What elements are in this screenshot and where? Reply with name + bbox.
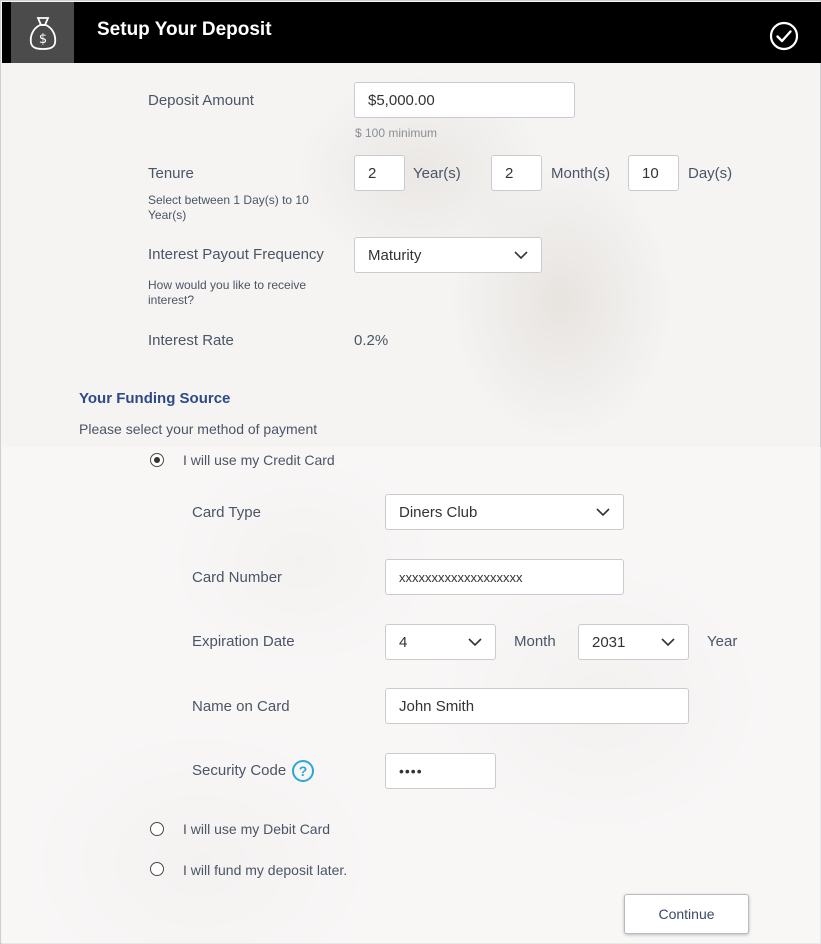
chevron-down-icon bbox=[661, 637, 675, 646]
name-on-card-input[interactable]: John Smith bbox=[385, 688, 689, 724]
months-unit-label: Month(s) bbox=[551, 165, 611, 182]
interest-rate-label: Interest Rate bbox=[148, 332, 234, 349]
payout-frequency-hint: How would you like to receive interest? bbox=[148, 278, 307, 307]
header-bar: $ Setup Your Deposit bbox=[2, 2, 821, 63]
minimum-hint: $ 100 minimum bbox=[355, 126, 438, 140]
name-on-card-label: Name on Card bbox=[192, 698, 290, 715]
fund-later-option-label[interactable]: I will fund my deposit later. bbox=[183, 862, 347, 878]
money-bag-icon: $ bbox=[11, 2, 74, 63]
interest-rate-value: 0.2% bbox=[354, 332, 389, 349]
card-type-value: Diners Club bbox=[399, 503, 478, 521]
payout-frequency-select[interactable]: Maturity bbox=[354, 237, 542, 273]
funding-source-title: Your Funding Source bbox=[79, 390, 231, 407]
debit-card-option-label[interactable]: I will use my Debit Card bbox=[183, 821, 330, 837]
tenure-days-input[interactable]: 10 bbox=[628, 155, 679, 191]
tenure-hint: Select between 1 Day(s) to 10 Year(s) bbox=[148, 193, 309, 222]
expiry-month-select[interactable]: 4 bbox=[385, 624, 496, 660]
card-number-input[interactable]: xxxxxxxxxxxxxxxxxxx bbox=[385, 559, 624, 595]
tenure-years-input[interactable]: 2 bbox=[354, 155, 405, 191]
chevron-down-icon bbox=[514, 250, 528, 259]
month-unit-label: Month bbox=[514, 633, 556, 650]
security-code-input[interactable]: •••• bbox=[385, 753, 496, 789]
credit-card-option-label[interactable]: I will use my Credit Card bbox=[183, 452, 335, 468]
deposit-amount-label: Deposit Amount bbox=[148, 92, 254, 109]
payout-frequency-label: Interest Payout Frequency bbox=[148, 246, 324, 263]
funding-source-subtitle: Please select your method of payment bbox=[79, 421, 318, 437]
expiration-date-label: Expiration Date bbox=[192, 633, 295, 650]
payout-frequency-value: Maturity bbox=[368, 246, 422, 264]
app-window: $ Setup Your Deposit Deposit Amount $5,0… bbox=[0, 0, 821, 944]
card-type-select[interactable]: Diners Club bbox=[385, 494, 624, 530]
check-circle-icon[interactable] bbox=[769, 21, 799, 51]
help-icon[interactable]: ? bbox=[292, 760, 314, 782]
chevron-down-icon bbox=[468, 637, 482, 646]
expiry-year-select[interactable]: 2031 bbox=[578, 624, 689, 660]
fund-later-radio[interactable] bbox=[150, 862, 164, 876]
card-type-label: Card Type bbox=[192, 504, 261, 521]
years-unit-label: Year(s) bbox=[413, 165, 461, 182]
tenure-months-input[interactable]: 2 bbox=[491, 155, 542, 191]
security-code-label: Security Code bbox=[192, 762, 287, 779]
tenure-label: Tenure bbox=[148, 165, 194, 182]
deposit-amount-input[interactable]: $5,000.00 bbox=[354, 82, 575, 118]
card-number-label: Card Number bbox=[192, 569, 283, 586]
debit-card-radio[interactable] bbox=[150, 822, 164, 836]
svg-text:$: $ bbox=[38, 32, 46, 47]
page-title: Setup Your Deposit bbox=[97, 19, 272, 40]
expiry-month-value: 4 bbox=[399, 633, 408, 651]
year-unit-label: Year bbox=[707, 633, 738, 650]
days-unit-label: Day(s) bbox=[688, 165, 733, 182]
credit-card-radio[interactable] bbox=[150, 453, 164, 467]
continue-button[interactable]: Continue bbox=[624, 894, 749, 934]
expiry-year-value: 2031 bbox=[592, 633, 626, 651]
chevron-down-icon bbox=[596, 507, 610, 516]
